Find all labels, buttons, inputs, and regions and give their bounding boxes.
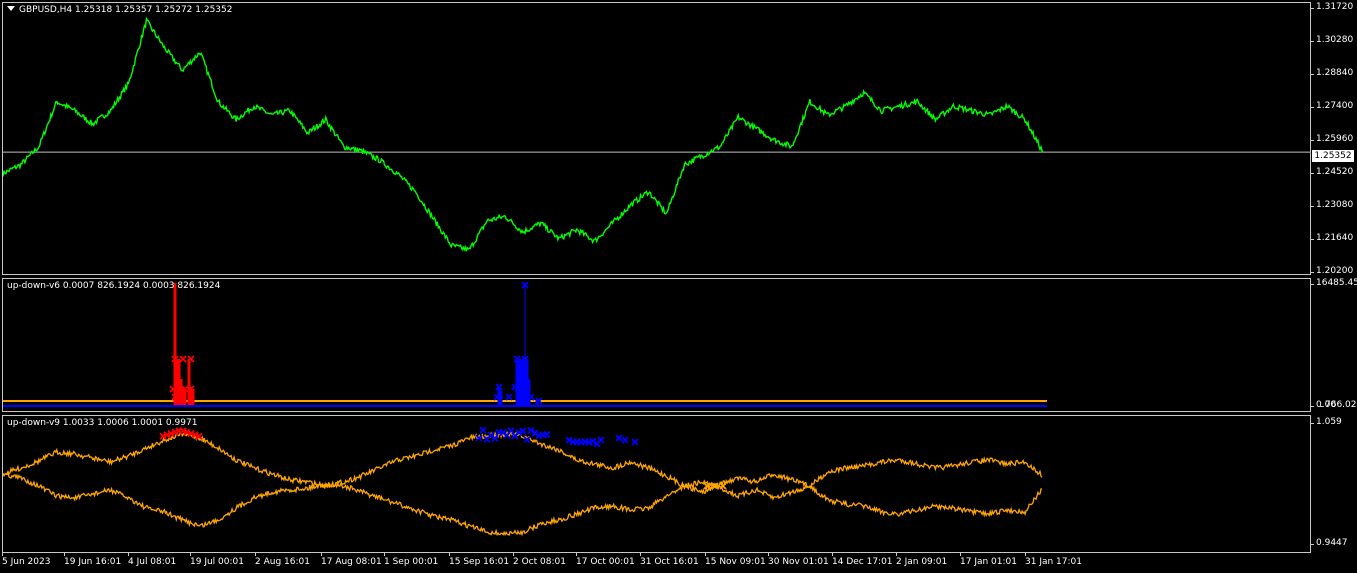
time-axis-label: 31 Oct 16:01 — [640, 553, 699, 567]
price-ytick: 1.23080 — [1310, 200, 1354, 210]
symbol-ohlc: GBPUSD,H4 1.25318 1.25357 1.25272 1.2535… — [19, 5, 233, 15]
time-axis[interactable]: 5 Jun 2023 19 Jun 16:01 4 Jul 08:01 19 Jul … — [0, 553, 1311, 573]
price-axis[interactable]: 1.31720 1.30280 1.28840 1.27400 1.25960 1.245… — [1310, 2, 1357, 276]
time-axis-label: 15 Sep 16:01 — [449, 553, 510, 567]
time-axis-label: 14 Dec 17:01 — [832, 553, 893, 567]
time-axis-label: 17 Aug 08:01 — [321, 553, 382, 567]
v9-down-marker — [631, 438, 639, 446]
time-axis-label: 15 Nov 09:01 — [705, 553, 766, 567]
time-axis-label: 4 Jul 08:01 — [128, 553, 177, 567]
v9-lower-band — [3, 471, 1043, 537]
time-axis-label: 31 Jan 17:01 — [1025, 553, 1082, 567]
v9-down-marker — [597, 436, 605, 444]
v6-ytick-bottom: 766.0214 — [1320, 400, 1357, 410]
chevron-down-icon[interactable] — [7, 6, 15, 11]
v9-ytick-top: 1.059 — [1311, 417, 1342, 427]
v6-ytick-top: 16485.450 — [1311, 278, 1357, 288]
v9-axis[interactable]: 1.059 0.9447 — [1311, 415, 1357, 553]
price-chart-pane[interactable]: GBPUSD,H4 1.25318 1.25357 1.25272 1.2535… — [2, 2, 1311, 275]
symbol-label: GBPUSD,H4 1.25318 1.25357 1.25272 1.2535… — [7, 5, 232, 15]
price-chart-svg — [3, 16, 1310, 252]
v9-chart-svg — [3, 426, 1043, 537]
v6-down-marker — [505, 393, 513, 401]
v9-down-marker — [621, 436, 629, 444]
v6-axis[interactable]: 16485.450 0.00 766.0214 — [1310, 278, 1357, 412]
price-ytick: 1.25960 — [1310, 134, 1354, 144]
time-axis-label: 17 Jan 01:01 — [960, 553, 1017, 567]
price-ytick: 1.27400 — [1310, 101, 1354, 111]
indicator-pane-v6[interactable]: up-down-v6 0.0007 826.1924 0.0003 826.19… — [2, 278, 1311, 412]
time-axis-label: 19 Jun 16:01 — [64, 553, 122, 567]
v9-down-marker — [543, 430, 551, 439]
v6-label: up-down-v6 0.0007 826.1924 0.0003 826.19… — [7, 281, 221, 291]
price-series-line — [3, 16, 1044, 252]
v6-chart-svg — [3, 281, 1047, 407]
time-axis-label: 2 Jan 09:01 — [896, 553, 948, 567]
price-ytick: 1.20200 — [1310, 266, 1354, 276]
v9-down-marker — [479, 426, 487, 434]
time-axis-label: 5 Jun 2023 — [2, 553, 51, 567]
v9-upper-band — [3, 430, 1043, 501]
price-ytick: 1.31720 — [1310, 2, 1354, 12]
v9-ytick-bottom: 0.9447 — [1311, 538, 1348, 548]
v9-down-marker — [615, 434, 623, 442]
indicator-pane-v9[interactable]: up-down-v9 1.0033 1.0006 1.0001 0.9971 — [2, 415, 1311, 553]
v9-label: up-down-v9 1.0033 1.0006 1.0001 0.9971 — [7, 418, 198, 428]
time-axis-label: 2 Oct 08:01 — [513, 553, 566, 567]
time-axis-label: 1 Sep 00:01 — [384, 553, 439, 567]
price-ytick: 1.21640 — [1310, 233, 1354, 243]
current-price-box: 1.25352 — [1312, 150, 1354, 162]
time-axis-label: 19 Jul 00:01 — [190, 553, 244, 567]
time-axis-label: 2 Aug 16:01 — [255, 553, 310, 567]
time-axis-label: 30 Nov 01:01 — [768, 553, 829, 567]
price-ytick: 1.28840 — [1310, 68, 1354, 78]
v6-up-marker — [179, 355, 187, 363]
time-axis-label: 17 Oct 00:01 — [576, 553, 635, 567]
price-ytick: 1.30280 — [1310, 35, 1354, 45]
price-ytick: 1.24520 — [1310, 167, 1354, 177]
